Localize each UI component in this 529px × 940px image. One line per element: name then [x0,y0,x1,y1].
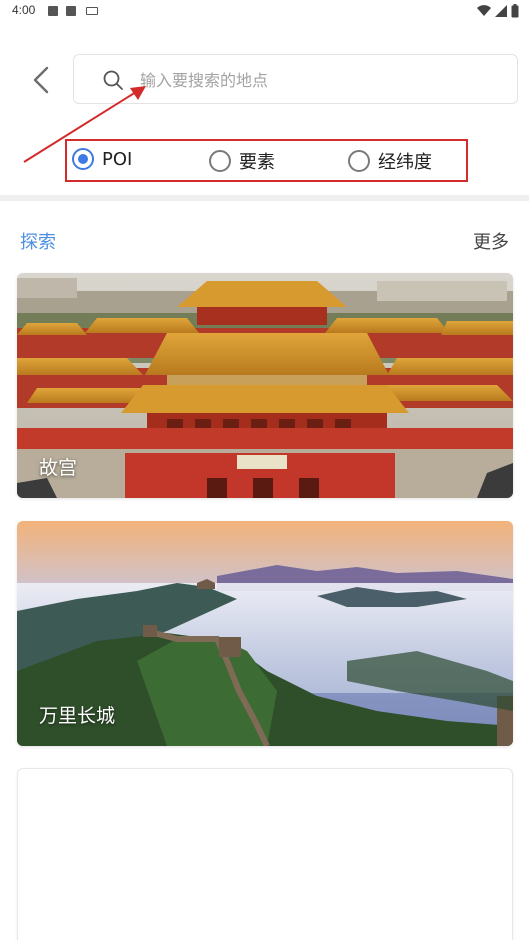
search-input[interactable] [140,65,500,95]
search-box[interactable] [73,54,518,104]
a-icon [66,6,76,16]
battery-icon [511,4,519,18]
search-icon [103,70,123,90]
radio-unchecked-icon [209,150,231,172]
more-link[interactable]: 更多 [473,228,509,254]
radio-option-poi[interactable]: POI [72,148,132,170]
explore-card-great-wall[interactable]: 万里长城 [17,521,513,746]
status-bar: 4:00 [0,0,529,24]
signal-icon [495,5,507,17]
explore-tab[interactable]: 探索 [20,228,56,254]
section-divider [0,195,529,201]
card-label-great-wall: 万里长城 [39,705,116,727]
forbidden-city-image [17,273,513,498]
explore-card-forbidden-city[interactable]: 故宫 [17,273,513,498]
status-icons [477,4,519,18]
search-type-radio-group: POI 要素 经纬度 [65,139,468,182]
radio-checked-icon [72,148,94,170]
chevron-left-icon [33,66,49,94]
card-label-forbidden-city: 故宫 [39,457,78,479]
status-time: 4:00 [12,3,36,17]
radio-label-poi: POI [102,148,133,170]
radio-label-latlng: 经纬度 [378,152,432,173]
wifi-icon [477,5,491,17]
radio-option-latlng[interactable]: 经纬度 [348,148,432,174]
explore-card-placeholder[interactable] [17,768,513,940]
keyboard-icon [86,7,98,15]
image-icon [48,6,58,16]
back-button[interactable] [26,62,56,98]
radio-option-feature[interactable]: 要素 [209,148,275,174]
radio-label-feature: 要素 [239,152,275,173]
radio-unchecked-icon [348,150,370,172]
